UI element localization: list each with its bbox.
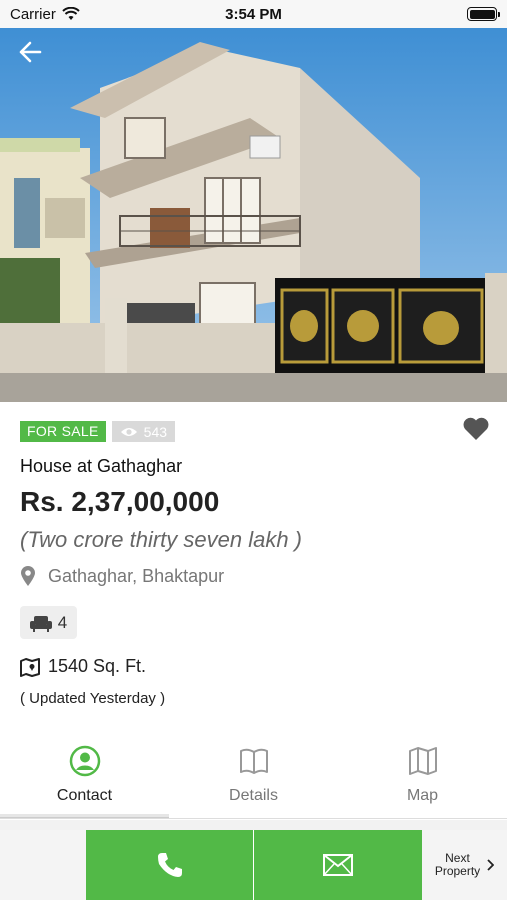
favorite-button[interactable] [462,416,492,444]
tab-map[interactable]: Map [338,741,507,818]
property-label: Property [434,864,481,878]
status-left: Carrier [10,6,80,23]
sofa-feature-chip: 4 [20,606,77,639]
area-map-icon [20,657,40,677]
property-photo[interactable] [0,28,507,402]
badge-row: FOR SALE 543 [20,421,176,442]
property-price: Rs. 2,37,00,000 [20,486,220,517]
for-sale-badge: FOR SALE [20,421,106,442]
detail-tabs: Contact Details Map [0,741,507,819]
updated-text: ( Updated Yesterday ) [20,690,166,707]
next-property-button[interactable]: Next Property [422,830,507,900]
status-bar: Carrier 3:54 PM [0,0,507,28]
chevron-right-icon [487,859,495,871]
arrow-left-icon [19,41,42,63]
views-count: 543 [143,423,168,440]
property-title: House at Gathaghar [20,456,183,476]
back-button[interactable] [14,38,46,66]
mail-icon [323,854,353,876]
views-badge: 543 [111,421,176,442]
email-button[interactable] [254,830,422,900]
location-pin-icon [21,566,35,586]
area-text: 1540 Sq. Ft. [48,656,147,676]
carrier-label: Carrier [10,5,56,23]
heart-icon [463,417,489,440]
location-text: Gathaghar, Bhaktapur [48,565,225,586]
action-bar: Next Property [0,830,507,900]
eye-icon [120,427,137,436]
map-icon [408,747,437,775]
sofa-count: 4 [57,612,68,632]
location-row: Gathaghar, Bhaktapur [20,565,224,587]
tab-details-label: Details [229,787,278,804]
area-row: 1540 Sq. Ft. [20,656,146,677]
tab-contact-label: Contact [56,787,113,804]
tab-contact[interactable]: Contact [0,741,169,818]
price-in-words: (Two crore thirty seven lakh ) [20,527,303,552]
wifi-icon [62,7,80,20]
tab-map-label: Map [406,787,439,804]
book-icon [239,748,268,774]
tab-details[interactable]: Details [169,741,338,818]
phone-icon [157,853,182,877]
contact-icon [69,745,100,777]
section-divider [0,820,507,830]
action-bar-spacer [0,830,86,900]
sofa-icon [29,615,52,632]
call-button[interactable] [86,830,254,900]
battery-icon [467,7,500,21]
next-property-text: Next Property [435,852,480,878]
